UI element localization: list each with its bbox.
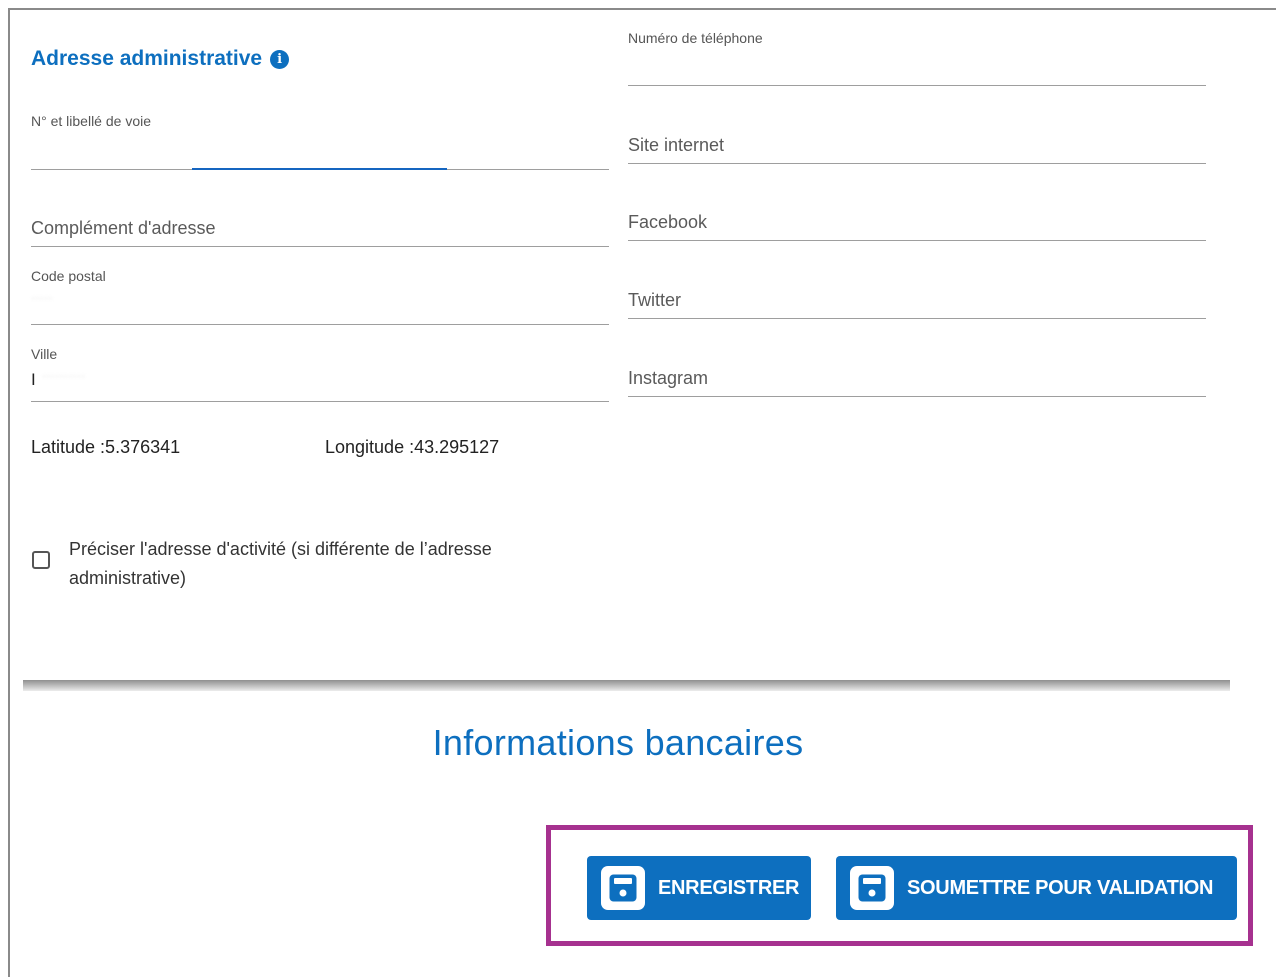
street-label: N° et libellé de voie <box>31 113 151 129</box>
street-input[interactable] <box>31 136 609 166</box>
save-button-label: ENREGISTRER <box>658 876 800 899</box>
longitude-text: Longitude :43.295127 <box>325 437 500 457</box>
complement-underline <box>31 246 609 247</box>
city-input[interactable]: I <box>31 370 609 396</box>
section-title-address: Adresse administrative i <box>31 47 290 71</box>
website-underline <box>628 163 1206 164</box>
twitter-input[interactable]: Twitter <box>628 290 681 311</box>
city-underline <box>31 401 609 402</box>
phone-label: Numéro de téléphone <box>628 30 763 46</box>
facebook-input[interactable]: Facebook <box>628 212 707 233</box>
instagram-underline <box>628 396 1206 397</box>
address-title: Adresse administrative <box>31 47 263 70</box>
latitude-text: Latitude :5.376341 <box>31 437 181 457</box>
instagram-input[interactable]: Instagram <box>628 368 708 389</box>
section-divider <box>23 680 1230 691</box>
city-blurred-value: ·········· <box>42 368 86 383</box>
banking-title: Informations bancaires <box>432 722 804 763</box>
postal-code-label: Code postal <box>31 268 106 284</box>
submit-for-validation-button[interactable]: SOUMETTRE POUR VALIDATION <box>836 856 1237 920</box>
street-focus-indicator <box>192 168 447 170</box>
postal-code-input[interactable] <box>31 290 609 320</box>
floppy-disk-icon <box>601 866 645 910</box>
postal-code-underline <box>31 324 609 325</box>
activity-address-label[interactable]: Préciser l'adresse d'activité (si différ… <box>69 535 549 593</box>
submit-button-label: SOUMETTRE POUR VALIDATION <box>907 876 1214 899</box>
facebook-underline <box>628 240 1206 241</box>
floppy-disk-icon <box>850 866 894 910</box>
save-button[interactable]: ENREGISTRER <box>587 856 811 920</box>
city-label: Ville <box>31 346 58 362</box>
website-input[interactable]: Site internet <box>628 135 724 156</box>
phone-input[interactable] <box>628 52 1206 82</box>
twitter-underline <box>628 318 1206 319</box>
complement-input[interactable]: Complément d'adresse <box>31 218 216 239</box>
info-icon[interactable]: i <box>270 49 290 69</box>
phone-underline <box>628 85 1206 86</box>
activity-address-checkbox[interactable] <box>32 551 50 569</box>
